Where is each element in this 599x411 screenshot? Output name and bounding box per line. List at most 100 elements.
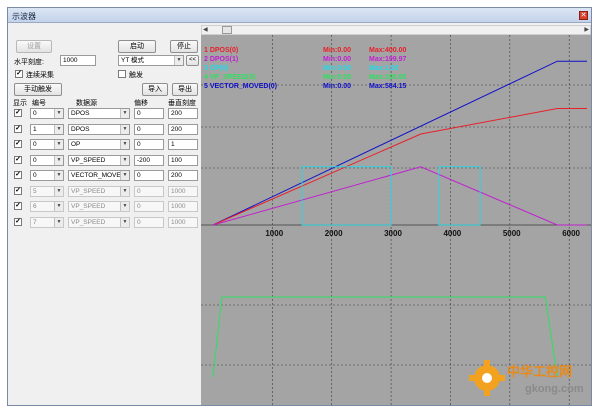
show-checkbox[interactable]: ✓ — [14, 109, 22, 117]
channel-number-select[interactable]: 0 ▼ — [30, 108, 64, 119]
x-tick-label: 1000 — [265, 229, 283, 238]
vscale-input[interactable]: 200 — [168, 123, 198, 135]
scroll-left-icon[interactable]: ◀ — [203, 26, 208, 33]
show-checkbox[interactable]: ✓ — [14, 217, 22, 226]
data-source-value: VP_SPEED — [71, 187, 106, 195]
oscilloscope-window: 示波器 ✕ 设置 启动 停止 水平刻度: 1000 YT 模式 ▼ << ✓ 连… — [7, 7, 592, 406]
legend-min: Min:0.00 — [323, 47, 351, 54]
channel-number-value: 6 — [33, 203, 37, 210]
data-source-value: DPOS — [71, 110, 90, 117]
channel-number-select[interactable]: 5 ▼ — [30, 185, 64, 197]
legend-label: 5 VECTOR_MOVED(0) — [204, 83, 277, 90]
channel-number-select[interactable]: 7 ▼ — [30, 216, 64, 228]
channel-number-select[interactable]: 1 ▼ — [30, 123, 64, 135]
scroll-right-icon[interactable]: ▶ — [584, 26, 589, 33]
chevron-down-icon: ▼ — [120, 217, 129, 227]
vscale-input[interactable]: 1000 — [168, 201, 198, 212]
vscale-input[interactable]: 200 — [168, 170, 198, 181]
stop-button[interactable]: 停止 — [170, 40, 198, 53]
offset-input[interactable]: 0 — [134, 170, 164, 181]
check-icon: ✓ — [15, 124, 21, 132]
x-tick-label: 2000 — [325, 229, 343, 238]
offset-input[interactable]: 0 — [134, 123, 164, 135]
offset-input[interactable]: 0 — [134, 185, 164, 197]
offset-input[interactable]: 0 — [134, 108, 164, 119]
settings-button[interactable]: 设置 — [16, 40, 52, 53]
data-source-select[interactable]: OP ▼ — [68, 139, 130, 150]
chevron-down-icon: ▼ — [54, 217, 63, 227]
chevron-down-icon: ▼ — [120, 155, 129, 165]
channel-number-value: 0 — [33, 110, 37, 117]
channel-number-select[interactable]: 0 ▼ — [30, 154, 64, 166]
show-checkbox[interactable]: ✓ — [14, 171, 22, 179]
channel-number-select[interactable]: 0 ▼ — [30, 139, 64, 150]
show-checkbox[interactable]: ✓ — [14, 124, 22, 133]
title-bar: 示波器 ✕ — [8, 8, 591, 23]
legend-min: Min:0.00 — [323, 83, 351, 90]
data-source-select[interactable]: DPOS ▼ — [68, 123, 130, 135]
close-button[interactable]: ✕ — [579, 11, 588, 20]
show-checkbox[interactable]: ✓ — [14, 140, 22, 148]
export-button[interactable]: 导出 — [172, 83, 198, 96]
check-icon: ✓ — [16, 70, 22, 77]
chevron-down-icon: ▼ — [54, 186, 63, 196]
legend-max: Max:400.00 — [369, 47, 406, 54]
channel-number-value: 5 — [33, 187, 37, 195]
data-source-select[interactable]: DPOS ▼ — [68, 108, 130, 119]
chevron-down-icon: ▼ — [120, 140, 129, 149]
h-scale-input[interactable]: 1000 — [60, 55, 96, 66]
data-source-value: DPOS — [71, 125, 90, 133]
chevron-down-icon: ▼ — [54, 171, 63, 180]
manual-trigger-button[interactable]: 手动触发 — [14, 83, 62, 96]
horizontal-scrollbar[interactable]: ◀ ▶ — [201, 25, 591, 35]
x-tick-label: 4000 — [443, 229, 461, 238]
legend-min: Min:0.00 — [323, 65, 351, 72]
data-source-value: VP_SPEED — [71, 156, 106, 164]
start-button[interactable]: 启动 — [118, 40, 156, 53]
check-icon: ✓ — [15, 171, 21, 178]
vscale-input[interactable]: 1 — [168, 139, 198, 150]
chevron-down-icon: ▼ — [54, 202, 63, 211]
data-source-select[interactable]: VP_SPEED ▼ — [68, 185, 130, 197]
show-checkbox[interactable]: ✓ — [14, 155, 22, 164]
vscale-input[interactable]: 200 — [168, 108, 198, 119]
vscale-input[interactable]: 1000 — [168, 216, 198, 228]
scroll-thumb[interactable] — [222, 26, 232, 34]
offset-input[interactable]: 0 — [134, 216, 164, 228]
vscale-input[interactable]: 1000 — [168, 185, 198, 197]
channel-number-value: 0 — [33, 156, 37, 164]
channel-number-select[interactable]: 6 ▼ — [30, 201, 64, 212]
data-source-select[interactable]: VECTOR_MOVED ▼ — [68, 170, 130, 181]
legend-label: 1 DPOS(0) — [204, 47, 238, 54]
show-checkbox[interactable]: ✓ — [14, 186, 22, 195]
data-source-select[interactable]: VP_SPEED ▼ — [68, 201, 130, 212]
legend-max: Max:1.00 — [369, 65, 399, 72]
header-vscale: 垂直刻度 — [168, 100, 196, 107]
channel-number-select[interactable]: 0 ▼ — [30, 170, 64, 181]
plot-area: ◀ ▶ 1000 2000 3000 4000 5000 6000 1 DPOS(0) Min… — [201, 25, 591, 405]
data-source-value: VP_SPEED — [71, 218, 106, 226]
mode-expand-button[interactable]: << — [186, 55, 199, 66]
chevron-down-icon: ▼ — [54, 124, 63, 134]
data-source-select[interactable]: VP_SPEED ▼ — [68, 216, 130, 228]
import-button[interactable]: 导入 — [142, 83, 168, 96]
chevron-down-icon: ▼ — [120, 186, 129, 196]
gear-icon — [469, 360, 505, 396]
chevron-down-icon: ▼ — [120, 124, 129, 134]
mode-select[interactable]: YT 模式 ▼ — [118, 55, 184, 66]
continuous-checkbox[interactable]: ✓ — [15, 70, 23, 78]
watermark-url: gkong.com — [525, 383, 584, 395]
chevron-down-icon: ▼ — [54, 155, 63, 165]
x-tick-label: 3000 — [384, 229, 402, 238]
watermark-cn: 中华工控网 — [507, 364, 572, 379]
chevron-down-icon: ▼ — [120, 171, 129, 180]
offset-input[interactable]: 0 — [134, 139, 164, 150]
vscale-input[interactable]: 100 — [168, 154, 198, 166]
channel-number-value: 0 — [33, 141, 37, 148]
trigger-checkbox[interactable] — [118, 70, 126, 78]
data-source-select[interactable]: VP_SPEED ▼ — [68, 154, 130, 166]
show-checkbox[interactable]: ✓ — [14, 202, 22, 210]
offset-input[interactable]: -200 — [134, 154, 164, 166]
legend-max: Max:100.00 — [369, 74, 406, 81]
offset-input[interactable]: 0 — [134, 201, 164, 212]
